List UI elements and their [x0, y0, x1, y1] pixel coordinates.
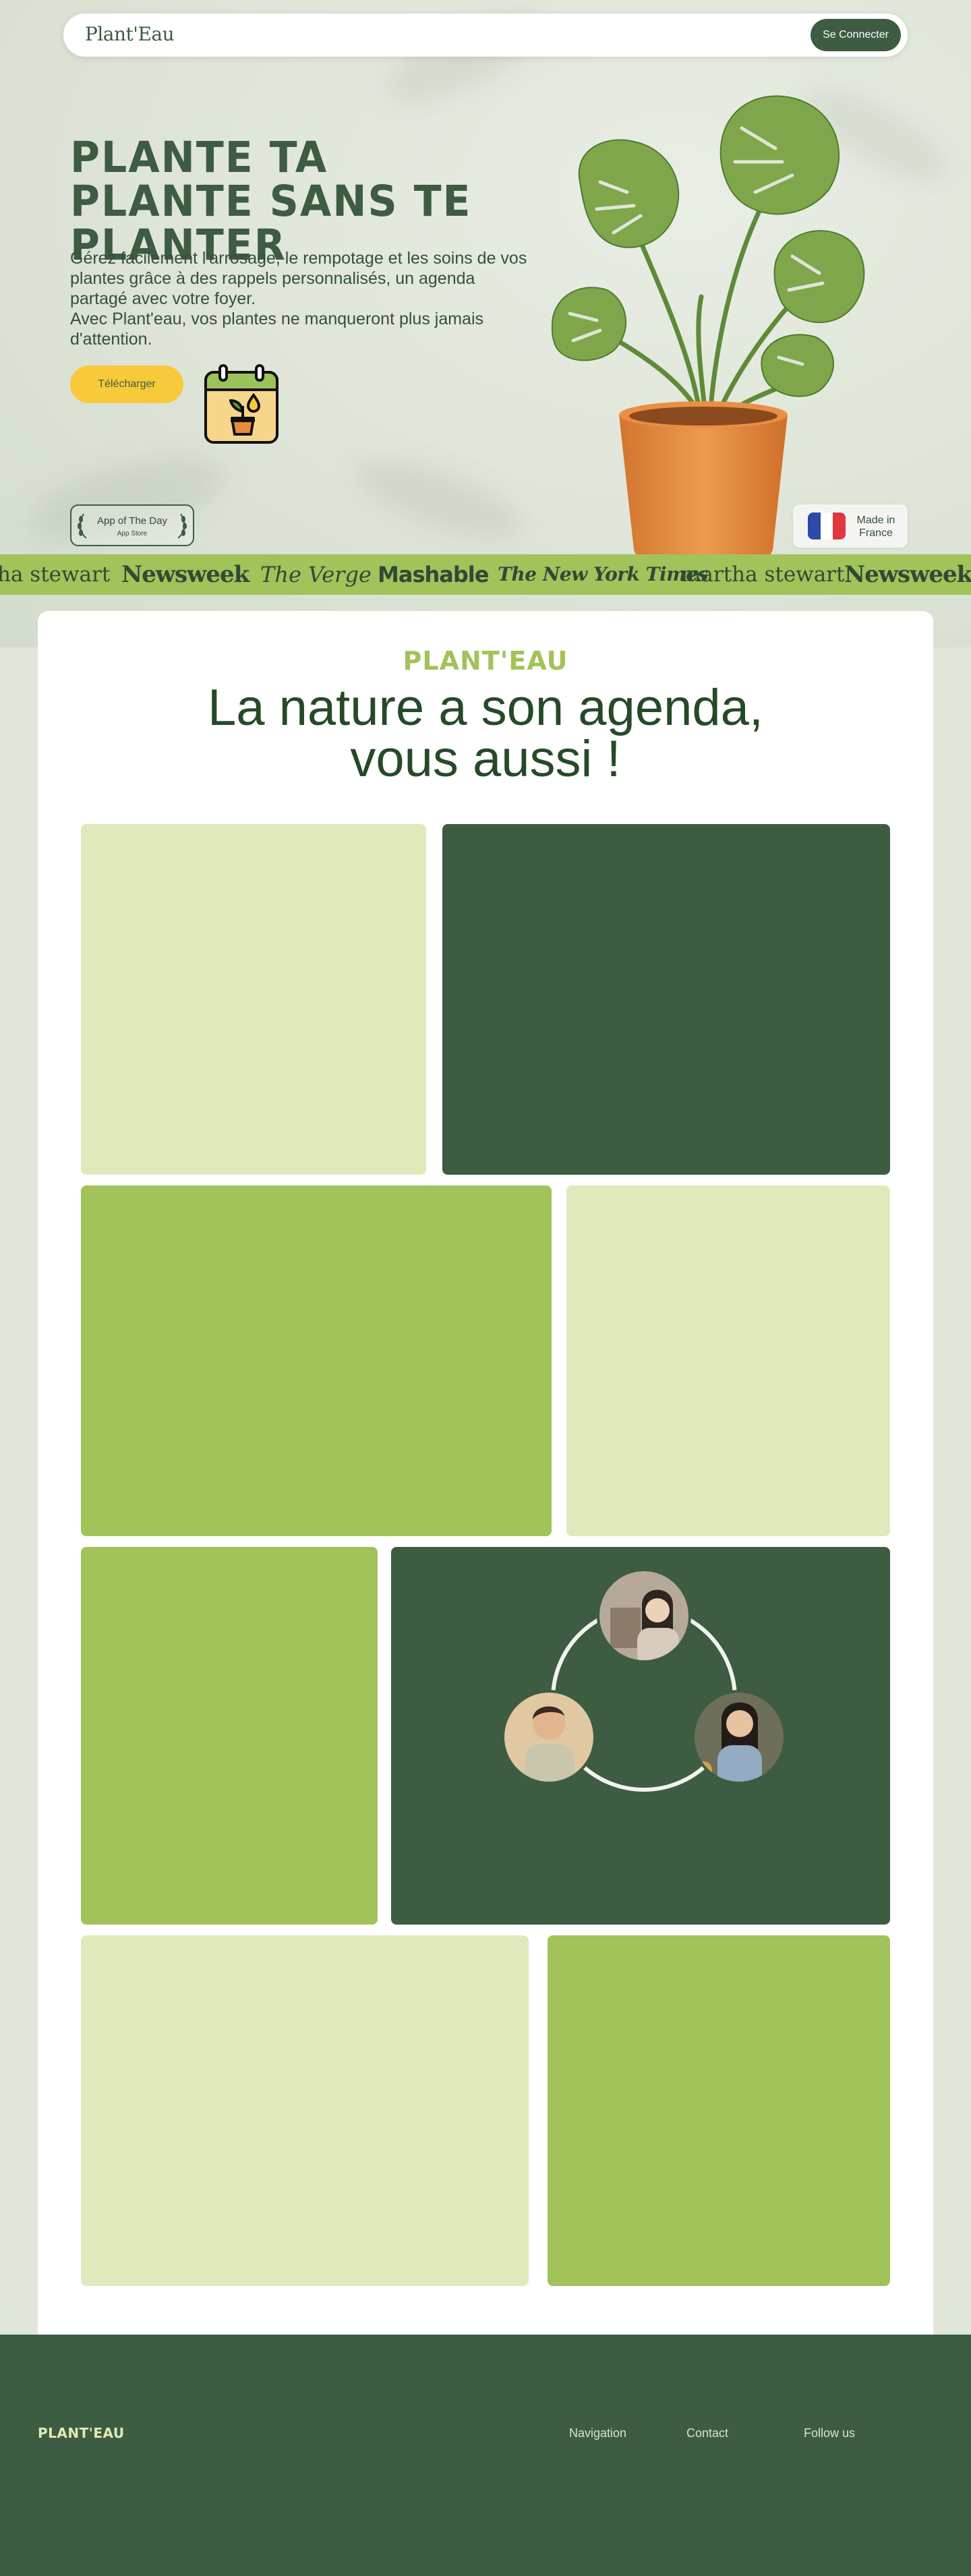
avatar [597, 1569, 691, 1663]
feature-tile [566, 1185, 890, 1536]
press-logo: ha stewart [0, 562, 111, 587]
press-logos-strip: ha stewart Newsweek The Verge Mashable T… [0, 554, 971, 595]
app-badge-subtitle: App Store [117, 530, 148, 537]
avatar [692, 1690, 786, 1784]
feature-tile [81, 1547, 378, 1925]
app-badge-title: App of The Day [97, 515, 167, 527]
feature-tile [548, 1935, 890, 2286]
feature-tile [81, 1185, 552, 1536]
press-logo: martha stewart [681, 562, 845, 587]
monstera-plant-image [551, 95, 865, 560]
feature-tile [81, 824, 426, 1175]
hero-section: Plant'Eau Se Connecter PLANTE TA PLANTE … [0, 0, 971, 647]
feature-tile [81, 1935, 529, 2286]
footer-link-navigation[interactable]: Navigation [569, 2426, 626, 2440]
navbar: Plant'Eau Se Connecter [63, 13, 908, 57]
footer: PLANT'EAU Navigation Contact Follow us [0, 2335, 971, 2576]
footer-link-follow-us[interactable]: Follow us [804, 2426, 855, 2440]
connect-button[interactable]: Se Connecter [811, 19, 901, 51]
features-card: PLANT'EAU La nature a son agenda, vous a… [38, 611, 933, 2383]
logo[interactable]: Plant'Eau [85, 23, 175, 45]
household-members-illustration [502, 1569, 786, 1792]
press-logo: Newsweek [844, 561, 971, 588]
press-logo: The New York Times [498, 563, 708, 585]
press-logo: Mashable [378, 562, 489, 587]
leaf-shadow [347, 443, 530, 555]
feature-tile [442, 824, 890, 1175]
shared-household-tile [391, 1547, 890, 1925]
calendar-plant-icon [204, 364, 278, 444]
section-brand: PLANT'EAU [403, 646, 568, 676]
section-heading: La nature a son agenda, vous aussi ! [207, 679, 763, 788]
download-button[interactable]: Télécharger [70, 365, 183, 403]
footer-link-contact[interactable]: Contact [686, 2426, 728, 2440]
app-of-the-day-badge[interactable]: App of The Day App Store [70, 504, 194, 546]
hero-description: Gérez facilement l'arrosage, le rempotag… [70, 249, 527, 349]
avatar [502, 1690, 596, 1784]
press-logo: The Verge [260, 562, 372, 587]
press-logo: Newsweek [121, 561, 249, 588]
footer-logo[interactable]: PLANT'EAU [38, 2425, 125, 2441]
